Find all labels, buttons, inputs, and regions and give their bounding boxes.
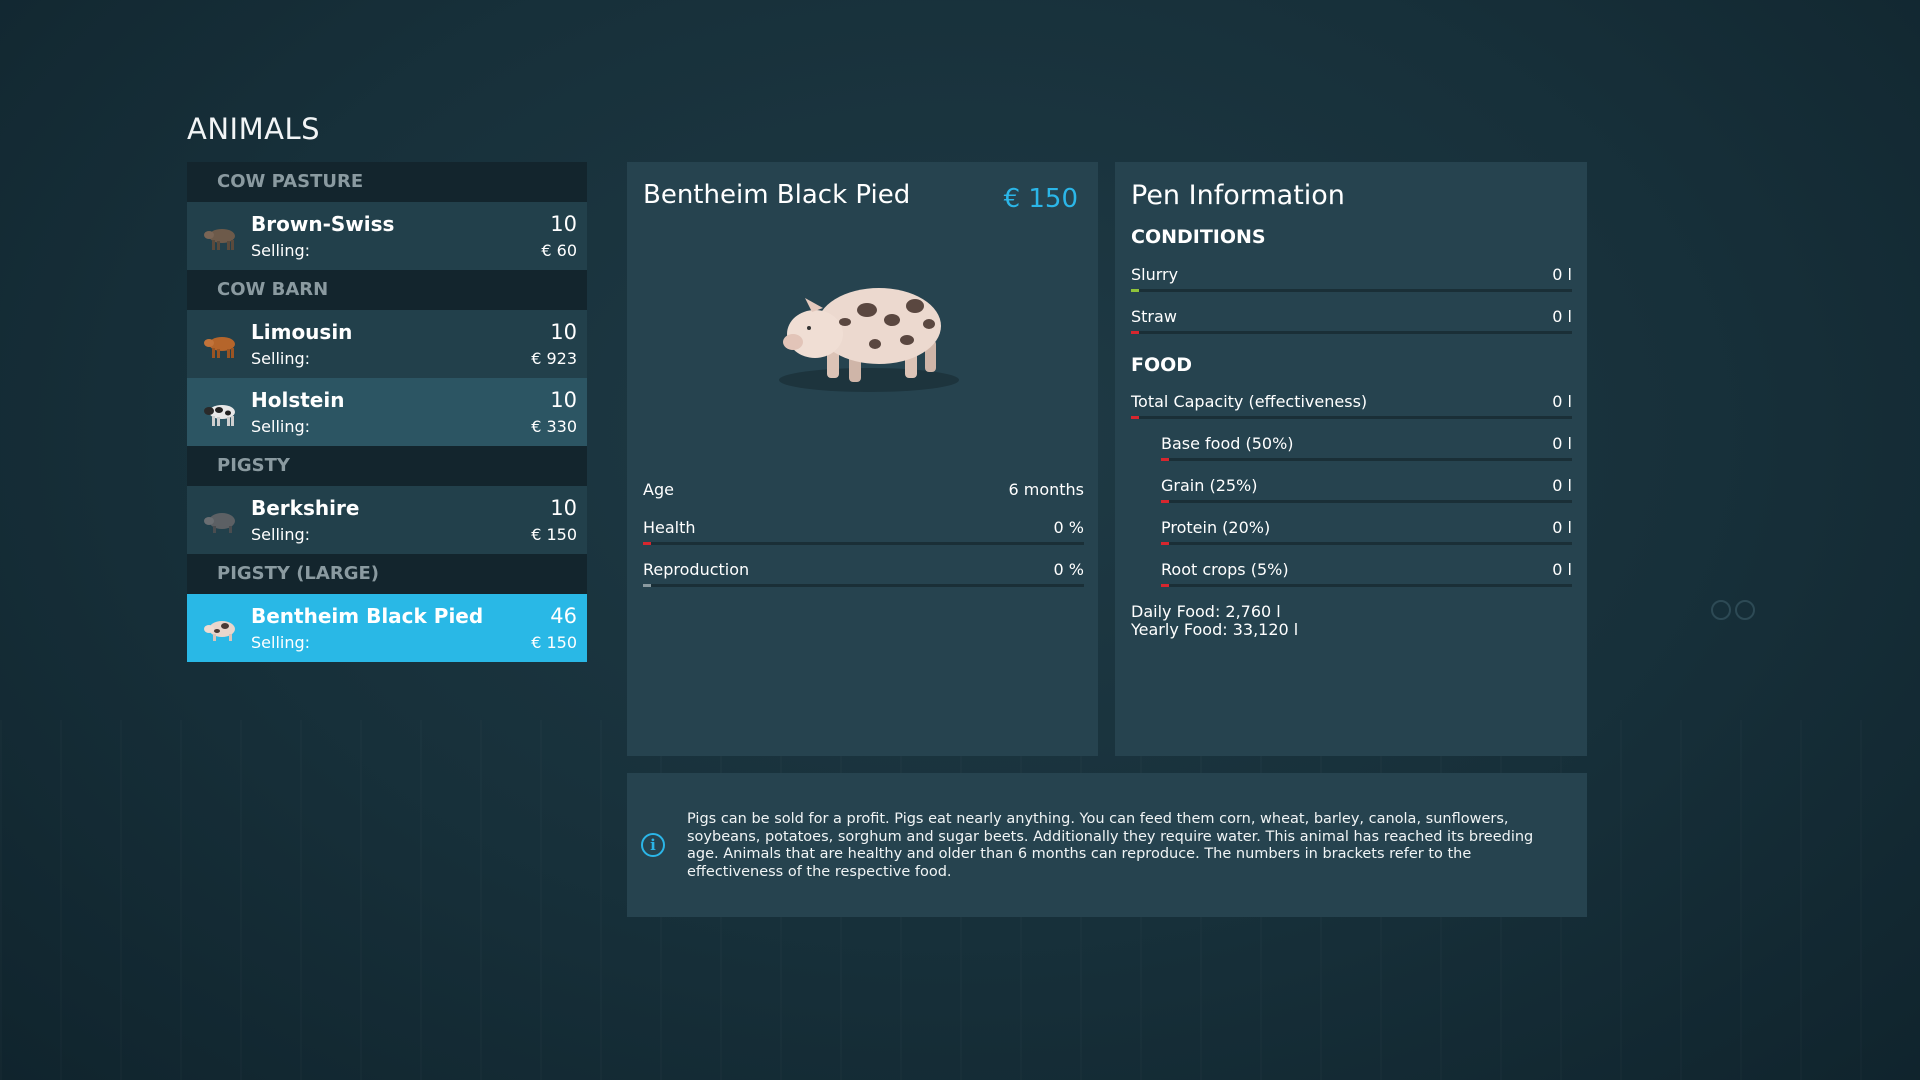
selling-value: € 150 — [531, 633, 577, 652]
health-bar-fill — [643, 542, 651, 545]
reproduction-label: Reproduction — [643, 560, 750, 579]
animal-name: Holstein — [251, 388, 345, 412]
section-header-pigsty-large: PIGSTY (LARGE) — [187, 554, 587, 594]
total-capacity-bar — [1131, 416, 1572, 419]
total-capacity-label: Total Capacity (effectiveness) — [1131, 392, 1368, 411]
animal-name: Brown-Swiss — [251, 212, 395, 236]
animal-row-limousin[interactable]: Limousin 10 Selling: € 923 — [187, 310, 587, 378]
grain-label: Grain (25%) — [1161, 476, 1258, 495]
base-food-row: Base food (50%) 0 l — [1161, 434, 1572, 464]
reproduction-value: 0 % — [1053, 560, 1084, 579]
animal-count: 10 — [550, 212, 577, 236]
root-crops-bar-fill — [1161, 584, 1169, 587]
selling-value: € 60 — [541, 241, 577, 260]
controller-hint-icon — [1711, 600, 1755, 620]
selling-value: € 150 — [531, 525, 577, 544]
protein-label: Protein (20%) — [1161, 518, 1271, 537]
selling-label: Selling: — [251, 633, 311, 652]
info-panel: i Pigs can be sold for a profit. Pigs ea… — [627, 773, 1587, 917]
pen-information-panel: Pen Information CONDITIONS Slurry 0 l St… — [1115, 162, 1587, 756]
grain-bar — [1161, 500, 1572, 503]
age-row: Age 6 months — [643, 480, 1084, 510]
selling-value: € 923 — [531, 349, 577, 368]
slurry-bar — [1131, 289, 1572, 292]
root-crops-row: Root crops (5%) 0 l — [1161, 560, 1572, 590]
animal-count: 10 — [550, 388, 577, 412]
animal-count: 10 — [550, 320, 577, 344]
health-label: Health — [643, 518, 696, 537]
conditions-header: CONDITIONS — [1131, 226, 1266, 248]
food-header: FOOD — [1131, 354, 1193, 376]
straw-bar — [1131, 331, 1572, 334]
root-crops-value: 0 l — [1552, 560, 1572, 579]
animal-count: 10 — [550, 496, 577, 520]
base-food-bar-fill — [1161, 458, 1169, 461]
straw-value: 0 l — [1552, 307, 1572, 326]
slurry-row: Slurry 0 l — [1131, 265, 1572, 295]
protein-bar — [1161, 542, 1572, 545]
animal-row-berkshire[interactable]: Berkshire 10 Selling: € 150 — [187, 486, 587, 554]
age-label: Age — [643, 480, 674, 499]
protein-value: 0 l — [1552, 518, 1572, 537]
animal-row-brown-swiss[interactable]: Brown-Swiss 10 Selling: € 60 — [187, 202, 587, 270]
selling-label: Selling: — [251, 525, 311, 544]
section-header-cow-pasture: COW PASTURE — [187, 162, 587, 202]
base-food-bar — [1161, 458, 1572, 461]
grain-row: Grain (25%) 0 l — [1161, 476, 1572, 506]
reproduction-bar — [643, 584, 1084, 587]
selling-label: Selling: — [251, 241, 311, 260]
animal-name: Berkshire — [251, 496, 360, 520]
selling-label: Selling: — [251, 417, 311, 436]
cow-brown-icon — [204, 229, 235, 250]
total-capacity-bar-fill — [1131, 416, 1139, 419]
animal-row-holstein[interactable]: Holstein 10 Selling: € 330 — [187, 378, 587, 446]
straw-row: Straw 0 l — [1131, 307, 1572, 337]
slurry-label: Slurry — [1131, 265, 1179, 284]
animal-list: COW PASTURE Brown-Swiss 10 Selling: € 60… — [187, 162, 587, 662]
animal-name: Bentheim Black Pied — [251, 604, 484, 628]
section-header-cow-barn: COW BARN — [187, 270, 587, 310]
reproduction-bar-fill — [643, 584, 651, 587]
total-capacity-value: 0 l — [1552, 392, 1572, 411]
pig-bentheim-image — [779, 288, 959, 392]
pig-bentheim-icon — [204, 621, 235, 641]
base-food-value: 0 l — [1552, 434, 1572, 453]
root-crops-bar — [1161, 584, 1572, 587]
info-icon: i — [641, 833, 665, 857]
detail-title: Bentheim Black Pied — [643, 180, 911, 210]
yearly-food: Yearly Food: 33,120 l — [1131, 620, 1299, 639]
selling-label: Selling: — [251, 349, 311, 368]
info-text: Pigs can be sold for a profit. Pigs eat … — [687, 811, 1534, 880]
slurry-bar-fill — [1131, 289, 1139, 292]
pen-title: Pen Information — [1131, 180, 1345, 211]
slurry-value: 0 l — [1552, 265, 1572, 284]
detail-price: € 150 — [1003, 184, 1078, 214]
cow-limousin-icon — [204, 337, 235, 358]
health-row: Health 0 % — [643, 518, 1084, 548]
grain-bar-fill — [1161, 500, 1169, 503]
protein-bar-fill — [1161, 542, 1169, 545]
health-value: 0 % — [1053, 518, 1084, 537]
straw-bar-fill — [1131, 331, 1139, 334]
animal-name: Limousin — [251, 320, 353, 344]
section-header-pigsty: PIGSTY — [187, 446, 587, 486]
base-food-label: Base food (50%) — [1161, 434, 1294, 453]
animal-row-bentheim-black-pied[interactable]: Bentheim Black Pied 46 Selling: € 150 — [187, 594, 587, 662]
pig-berkshire-icon — [204, 513, 235, 533]
total-capacity-row: Total Capacity (effectiveness) 0 l — [1131, 392, 1572, 422]
cow-holstein-icon — [204, 405, 235, 426]
root-crops-label: Root crops (5%) — [1161, 560, 1289, 579]
grain-value: 0 l — [1552, 476, 1572, 495]
straw-label: Straw — [1131, 307, 1177, 326]
animal-count: 46 — [550, 604, 577, 628]
animal-detail-panel: Bentheim Black Pied € 150 Age 6 months H… — [627, 162, 1098, 756]
reproduction-row: Reproduction 0 % — [643, 560, 1084, 590]
health-bar — [643, 542, 1084, 545]
daily-food: Daily Food: 2,760 l — [1131, 602, 1281, 621]
page-title: ANIMALS — [187, 112, 321, 146]
selling-value: € 330 — [531, 417, 577, 436]
protein-row: Protein (20%) 0 l — [1161, 518, 1572, 548]
age-value: 6 months — [1008, 480, 1084, 499]
